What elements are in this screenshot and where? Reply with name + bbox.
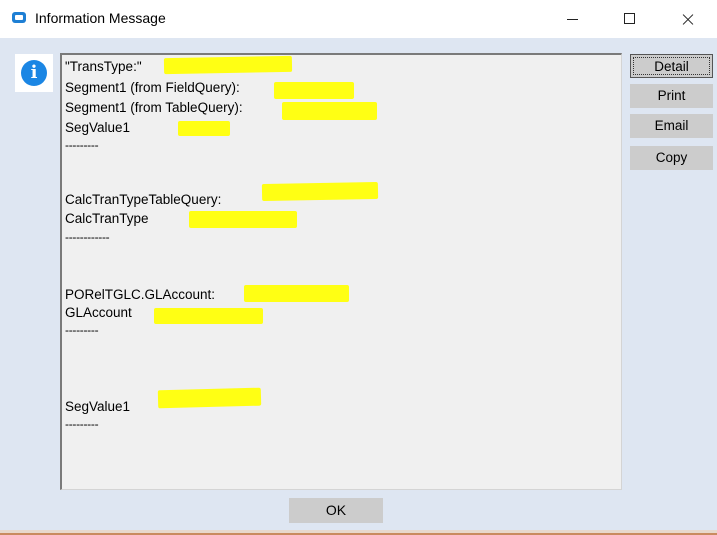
close-button[interactable]: [659, 0, 717, 38]
app-icon: [12, 12, 26, 23]
message-line: CalcTranType: [65, 211, 149, 226]
message-line: ---------: [65, 323, 99, 337]
copy-button[interactable]: Copy: [630, 146, 713, 170]
redaction-highlight: [154, 308, 263, 324]
window-bottom-edge: [0, 530, 717, 535]
message-line: "TransType:": [65, 59, 142, 74]
detail-button[interactable]: Detail: [630, 54, 713, 78]
redaction-highlight: [282, 102, 377, 120]
info-icon-box: i: [15, 54, 53, 92]
message-line: ---------: [65, 138, 99, 152]
window-title: Information Message: [35, 10, 166, 26]
redaction-highlight: [274, 82, 354, 99]
minimize-button[interactable]: [543, 0, 601, 38]
print-button[interactable]: Print: [630, 84, 713, 108]
ok-button[interactable]: OK: [289, 498, 383, 523]
maximize-button[interactable]: [601, 0, 659, 38]
info-icon: i: [21, 60, 47, 86]
redaction-highlight: [163, 55, 293, 75]
redaction-highlight: [189, 211, 297, 228]
message-line: CalcTranTypeTableQuery:: [65, 192, 222, 207]
redaction-highlight: [178, 121, 230, 136]
redaction-highlight: [244, 285, 349, 302]
title-bar: Information Message: [0, 0, 717, 38]
message-line: Segment1 (from TableQuery):: [65, 100, 243, 115]
redaction-highlight: [261, 181, 379, 202]
message-line: GLAccount: [65, 305, 132, 320]
message-line: Segment1 (from FieldQuery):: [65, 80, 240, 95]
message-line: SegValue1: [65, 120, 131, 135]
message-line: ---------: [65, 417, 99, 431]
message-line: ------------: [65, 230, 110, 244]
email-button[interactable]: Email: [630, 114, 713, 138]
message-line: SegValue1: [65, 399, 131, 414]
message-text-area[interactable]: "TransType:" Segment1 (from FieldQuery):…: [60, 53, 622, 490]
redaction-highlight: [157, 387, 262, 409]
message-line: PORelTGLC.GLAccount:: [65, 287, 216, 302]
